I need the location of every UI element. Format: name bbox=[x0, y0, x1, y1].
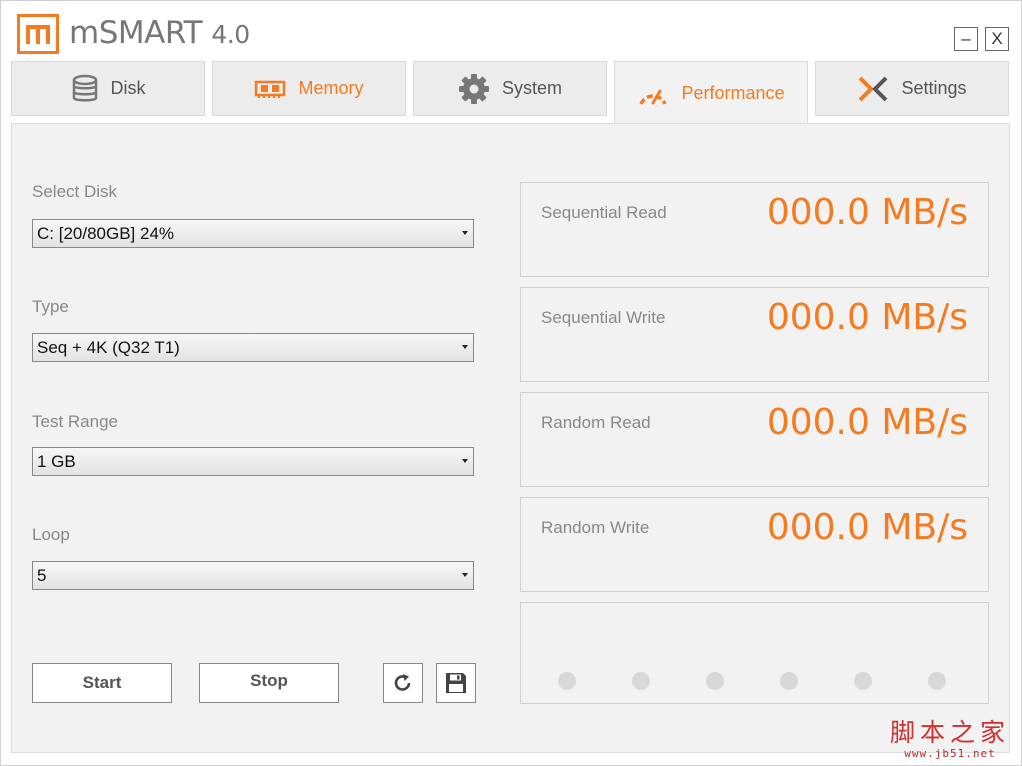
tab-disk-label: Disk bbox=[110, 78, 146, 98]
loop-value: 5 bbox=[37, 565, 47, 585]
tab-memory[interactable]: Memory bbox=[212, 61, 406, 116]
random-write-label: Random Write bbox=[541, 518, 650, 537]
app-logo bbox=[17, 14, 59, 54]
chevron-down-icon bbox=[462, 573, 468, 577]
tab-memory-label: Memory bbox=[298, 78, 364, 98]
progress-dot bbox=[558, 672, 576, 690]
watermark-url: www.jb51.net bbox=[904, 747, 996, 760]
tab-system[interactable]: System bbox=[413, 61, 607, 116]
test-range-value: 1 GB bbox=[37, 451, 76, 471]
app-window: mSMART 4.0 – X Disk Memory System Perfor… bbox=[0, 0, 1022, 766]
memory-chip-icon bbox=[254, 79, 286, 99]
select-disk-dropdown[interactable]: C: [20/80GB] 24% bbox=[32, 219, 474, 248]
tab-settings-label: Settings bbox=[901, 78, 967, 98]
random-read-value: 000.0 MB/s bbox=[766, 402, 968, 443]
chevron-down-icon bbox=[462, 345, 468, 349]
gear-icon bbox=[458, 73, 490, 105]
tab-disk[interactable]: Disk bbox=[11, 61, 205, 116]
m-logo-icon bbox=[26, 25, 50, 44]
random-write-value: 000.0 MB/s bbox=[766, 507, 968, 548]
save-button[interactable] bbox=[436, 663, 476, 703]
watermark: 脚本之家 www.jb51.net bbox=[885, 713, 1015, 760]
sequential-read-value: 000.0 MB/s bbox=[766, 192, 968, 233]
tab-settings[interactable]: Settings bbox=[815, 61, 1009, 116]
tab-system-label: System bbox=[501, 78, 562, 98]
chevron-down-icon bbox=[462, 459, 468, 463]
tab-performance[interactable]: Performance bbox=[614, 61, 808, 125]
type-value: Seq + 4K (Q32 T1) bbox=[37, 337, 180, 357]
progress-dot bbox=[780, 672, 798, 690]
refresh-button[interactable] bbox=[383, 663, 423, 703]
minimize-icon: – bbox=[961, 29, 971, 48]
save-icon bbox=[446, 673, 466, 693]
random-read-label: Random Read bbox=[541, 413, 651, 432]
sequential-write-value: 000.0 MB/s bbox=[766, 297, 968, 338]
sequential-read-label: Sequential Read bbox=[541, 203, 667, 222]
minimize-button[interactable]: – bbox=[954, 27, 978, 51]
speedometer-icon bbox=[637, 82, 669, 106]
progress-dot bbox=[632, 672, 650, 690]
stop-button[interactable]: Stop bbox=[199, 663, 339, 703]
app-version: 4.0 bbox=[211, 20, 250, 49]
app-name: mSMART bbox=[69, 15, 203, 51]
watermark-text: 脚本之家 bbox=[889, 718, 1010, 747]
select-disk-label: Select Disk bbox=[32, 182, 118, 201]
sequential-write-card: Sequential Write 000.0 MB/s bbox=[520, 287, 989, 382]
random-read-card: Random Read 000.0 MB/s bbox=[520, 392, 989, 487]
refresh-icon bbox=[394, 674, 411, 691]
start-button[interactable]: Start bbox=[32, 663, 172, 703]
type-label: Type bbox=[32, 297, 69, 316]
app-title: mSMART 4.0 bbox=[69, 15, 250, 51]
type-dropdown[interactable]: Seq + 4K (Q32 T1) bbox=[32, 333, 474, 362]
progress-dot bbox=[854, 672, 872, 690]
sequential-write-label: Sequential Write bbox=[541, 308, 666, 327]
tab-performance-label: Performance bbox=[681, 83, 785, 103]
progress-dot bbox=[706, 672, 724, 690]
test-range-dropdown[interactable]: 1 GB bbox=[32, 447, 474, 476]
close-button[interactable]: X bbox=[985, 27, 1009, 51]
progress-indicator bbox=[520, 602, 989, 704]
x-logo-icon bbox=[857, 76, 889, 102]
progress-dot bbox=[928, 672, 946, 690]
chevron-down-icon bbox=[462, 231, 468, 235]
random-write-card: Random Write 000.0 MB/s bbox=[520, 497, 989, 592]
sequential-read-card: Sequential Read 000.0 MB/s bbox=[520, 182, 989, 277]
performance-panel: Select Disk C: [20/80GB] 24% Type Seq + … bbox=[11, 123, 1010, 753]
test-range-label: Test Range bbox=[32, 412, 118, 431]
select-disk-value: C: [20/80GB] 24% bbox=[37, 223, 175, 243]
loop-dropdown[interactable]: 5 bbox=[32, 561, 474, 590]
database-icon bbox=[71, 74, 99, 104]
loop-label: Loop bbox=[32, 525, 70, 544]
close-icon: X bbox=[991, 29, 1003, 48]
